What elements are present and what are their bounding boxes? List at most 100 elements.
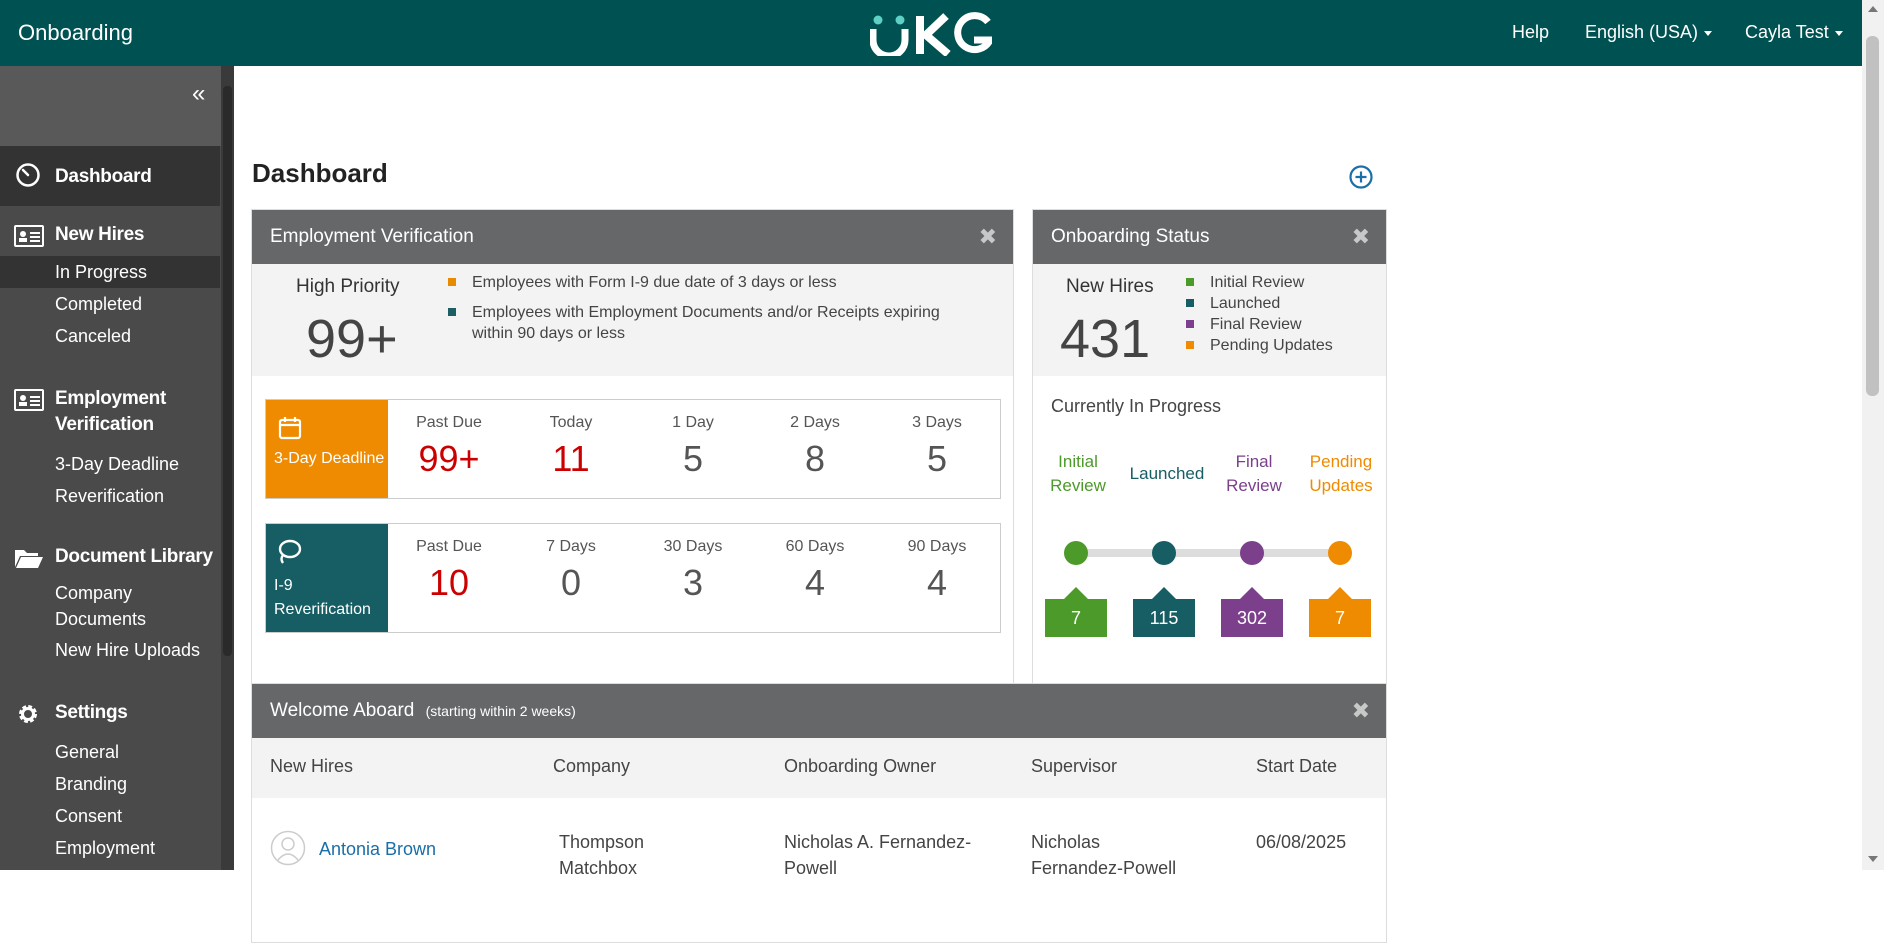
page-scrollbar[interactable]: [1862, 0, 1884, 870]
three-day-deadline-strip[interactable]: 3-Day Deadline Past Due 99+ Today 11 1 Day…: [265, 399, 1001, 499]
sidebar-item-consent[interactable]: Consent: [0, 800, 220, 832]
ukg-logo[interactable]: [870, 12, 992, 56]
sidebar-item-company-documents[interactable]: Company Documents: [0, 578, 220, 634]
gear-icon: [19, 705, 37, 723]
stage-label-line: Launched: [1129, 464, 1205, 483]
status-legend-item: Launched: [1186, 293, 1280, 314]
legend-text: within 90 days or less: [472, 325, 625, 342]
reverif-col-past-due[interactable]: Past Due 10: [388, 524, 510, 604]
deadline-col-3-days[interactable]: 3 Days 5: [876, 400, 998, 480]
sidebar-item-label: Document Library: [55, 546, 213, 567]
sidebar-item-reverification[interactable]: Reverification: [0, 480, 220, 512]
id-card-icon: [14, 389, 44, 411]
table-header: New Hires Company Onboarding Owner Super…: [252, 738, 1386, 798]
new-hires-value: 431: [1060, 309, 1151, 369]
start-date-cell: 06/08/2025: [1256, 832, 1347, 852]
sidebar-item-new-hire-uploads[interactable]: New Hire Uploads: [0, 634, 220, 666]
sidebar-item-label: Dashboard: [55, 166, 152, 187]
sidebar-item-employment-eligibility[interactable]: Employment Eligibility: [0, 832, 220, 864]
legend-text: Pending Updates: [1210, 337, 1333, 354]
user-menu[interactable]: Cayla Test: [1745, 22, 1843, 43]
scroll-down-icon[interactable]: [1868, 856, 1878, 862]
deadline-col-1-day[interactable]: 1 Day 5: [632, 400, 754, 480]
sidebar-item-3-day-deadline[interactable]: 3-Day Deadline: [0, 448, 220, 480]
deadline-col-today[interactable]: Today 11: [510, 400, 632, 480]
sidebar-item-general[interactable]: General: [0, 736, 220, 768]
legend-text: Final Review: [1210, 316, 1302, 333]
add-widget-icon[interactable]: [1348, 164, 1374, 190]
new-hires-label: New Hires: [1066, 276, 1154, 297]
column-header[interactable]: Supervisor: [1031, 756, 1117, 777]
sidebar-item-label: Verification: [55, 414, 154, 435]
sidebar-item-dashboard[interactable]: Dashboard: [0, 146, 220, 206]
sidebar-item-new-hires[interactable]: New Hires: [0, 222, 220, 248]
stage-dot[interactable]: [1064, 541, 1088, 565]
deadline-col-2-days[interactable]: 2 Days 8: [754, 400, 876, 480]
col-caption: 1 Day: [672, 414, 714, 431]
stage-label-pending-updates[interactable]: Pending Updates: [1303, 450, 1379, 498]
card-header: Onboarding Status ✖: [1033, 210, 1386, 264]
stage-label-line: Review: [1050, 476, 1106, 495]
cell-line: Nicholas: [1031, 832, 1101, 852]
column-header[interactable]: New Hires: [270, 756, 353, 777]
column-header[interactable]: Start Date: [1256, 756, 1337, 777]
legend-swatch: [1186, 278, 1194, 286]
lasso-icon: [278, 539, 302, 564]
stage-dot[interactable]: [1152, 541, 1176, 565]
stage-count-pending-updates[interactable]: 7: [1309, 587, 1371, 637]
stage-label-final-review[interactable]: Final Review: [1221, 450, 1287, 498]
sidebar-scrollbar[interactable]: [221, 66, 234, 870]
card-title: Employment Verification: [270, 226, 474, 247]
sidebar-item-completed[interactable]: Completed: [0, 288, 220, 320]
new-hire-name-link[interactable]: Antonia Brown: [319, 836, 436, 862]
stage-label-initial-review[interactable]: Initial Review: [1045, 450, 1111, 498]
reverif-col-90-days[interactable]: 90 Days 4: [876, 524, 998, 604]
deadline-col-past-due[interactable]: Past Due 99+: [388, 400, 510, 480]
reverif-col-60-days[interactable]: 60 Days 4: [754, 524, 876, 604]
sidebar-item-in-progress[interactable]: In Progress: [0, 256, 220, 288]
onboarding-status-card: Onboarding Status ✖ New Hires 431 Initia…: [1032, 209, 1387, 731]
reverif-col-7-days[interactable]: 7 Days 0: [510, 524, 632, 604]
help-link[interactable]: Help: [1512, 22, 1549, 43]
card-header: Welcome Aboard (starting within 2 weeks)…: [252, 684, 1386, 738]
sidebar-section-new-hires: New Hires In Progress Completed Canceled: [0, 222, 220, 352]
sidebar-item-label: Settings: [55, 702, 128, 723]
legend-text: Employees with Form I-9 due date of 3 da…: [472, 274, 837, 291]
col-caption: 7 Days: [546, 538, 596, 555]
owner-cell: Nicholas A. Fernandez- Powell: [784, 829, 971, 881]
legend-text: Initial Review: [1210, 274, 1305, 291]
high-priority-label: High Priority: [296, 276, 400, 297]
col-value: 11: [552, 438, 590, 479]
welcome-aboard-card: Welcome Aboard (starting within 2 weeks)…: [251, 683, 1387, 943]
sidebar-item-canceled[interactable]: Canceled: [0, 320, 220, 352]
column-header[interactable]: Company: [553, 756, 630, 777]
scroll-up-icon[interactable]: [1868, 6, 1878, 12]
close-icon[interactable]: ✖: [979, 210, 997, 264]
high-priority-value: 99+: [306, 309, 398, 369]
supervisor-cell: Nicholas Fernandez-Powell: [1031, 829, 1176, 881]
stage-count-initial-review[interactable]: 7: [1045, 587, 1107, 637]
sidebar-scrollbar-thumb[interactable]: [223, 86, 232, 656]
language-menu[interactable]: English (USA): [1585, 22, 1713, 43]
status-legend-item: Pending Updates: [1186, 335, 1333, 356]
close-icon[interactable]: ✖: [1352, 210, 1370, 264]
legend-swatch: [1186, 320, 1194, 328]
page-scrollbar-thumb[interactable]: [1866, 36, 1879, 396]
stage-label-launched[interactable]: Launched: [1125, 462, 1209, 486]
stage-count-launched[interactable]: 115: [1133, 587, 1195, 637]
stage-count-final-review[interactable]: 302: [1221, 587, 1283, 637]
reverif-col-30-days[interactable]: 30 Days 3: [632, 524, 754, 604]
card-title: Welcome Aboard: [270, 700, 415, 721]
col-caption: Past Due: [416, 538, 482, 555]
page-title: Dashboard: [252, 158, 388, 188]
column-header[interactable]: Onboarding Owner: [784, 756, 936, 777]
stage-dot[interactable]: [1240, 541, 1264, 565]
sidebar-item-employment-verification[interactable]: Employment Verification: [0, 386, 220, 438]
reverification-strip[interactable]: I-9 Reverification Past Due 10 7 Days 0 30…: [265, 523, 1001, 633]
collapse-sidebar-icon[interactable]: «: [192, 80, 205, 108]
stage-dot[interactable]: [1328, 541, 1352, 565]
sidebar-item-document-library[interactable]: Document Library: [0, 544, 220, 570]
close-icon[interactable]: ✖: [1352, 684, 1370, 738]
sidebar-item-settings[interactable]: Settings: [0, 700, 220, 726]
sidebar-item-branding[interactable]: Branding: [0, 768, 220, 800]
